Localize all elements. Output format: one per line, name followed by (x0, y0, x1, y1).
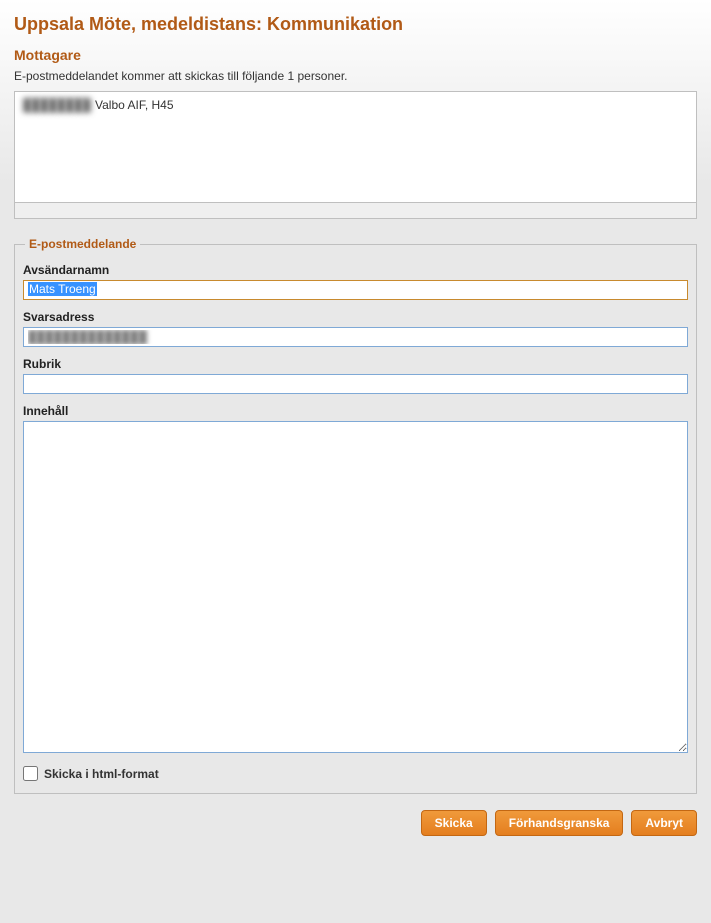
recipients-section-title: Mottagare (0, 43, 711, 69)
send-button[interactable]: Skicka (421, 810, 487, 836)
page-title: Uppsala Möte, medeldistans: Kommunikatio… (0, 0, 711, 43)
recipient-name-hidden: ████████ (23, 98, 91, 112)
html-format-checkbox[interactable] (23, 766, 38, 781)
recipient-row: ████████ Valbo AIF, H45 (23, 98, 688, 112)
recipients-list[interactable]: ████████ Valbo AIF, H45 (14, 91, 697, 203)
subject-field[interactable] (23, 374, 688, 394)
html-format-label[interactable]: Skicka i html-format (44, 767, 159, 781)
preview-button[interactable]: Förhandsgranska (495, 810, 624, 836)
body-field[interactable] (23, 421, 688, 753)
email-legend: E-postmeddelande (25, 237, 140, 251)
reply-to-field[interactable] (23, 327, 688, 347)
email-fieldset: E-postmeddelande Avsändarnamn Mats Troen… (14, 237, 697, 794)
sender-name-label: Avsändarnamn (23, 263, 688, 277)
recipients-hscroll[interactable] (14, 203, 697, 219)
recipient-club-class: Valbo AIF, H45 (95, 98, 174, 112)
body-label: Innehåll (23, 404, 688, 418)
sender-name-field[interactable]: Mats Troeng (23, 280, 688, 300)
cancel-button[interactable]: Avbryt (631, 810, 697, 836)
recipients-subtext: E-postmeddelandet kommer att skickas til… (0, 69, 711, 91)
sender-name-value: Mats Troeng (28, 282, 97, 296)
button-bar: Skicka Förhandsgranska Avbryt (0, 794, 711, 836)
subject-label: Rubrik (23, 357, 688, 371)
reply-to-label: Svarsadress (23, 310, 688, 324)
